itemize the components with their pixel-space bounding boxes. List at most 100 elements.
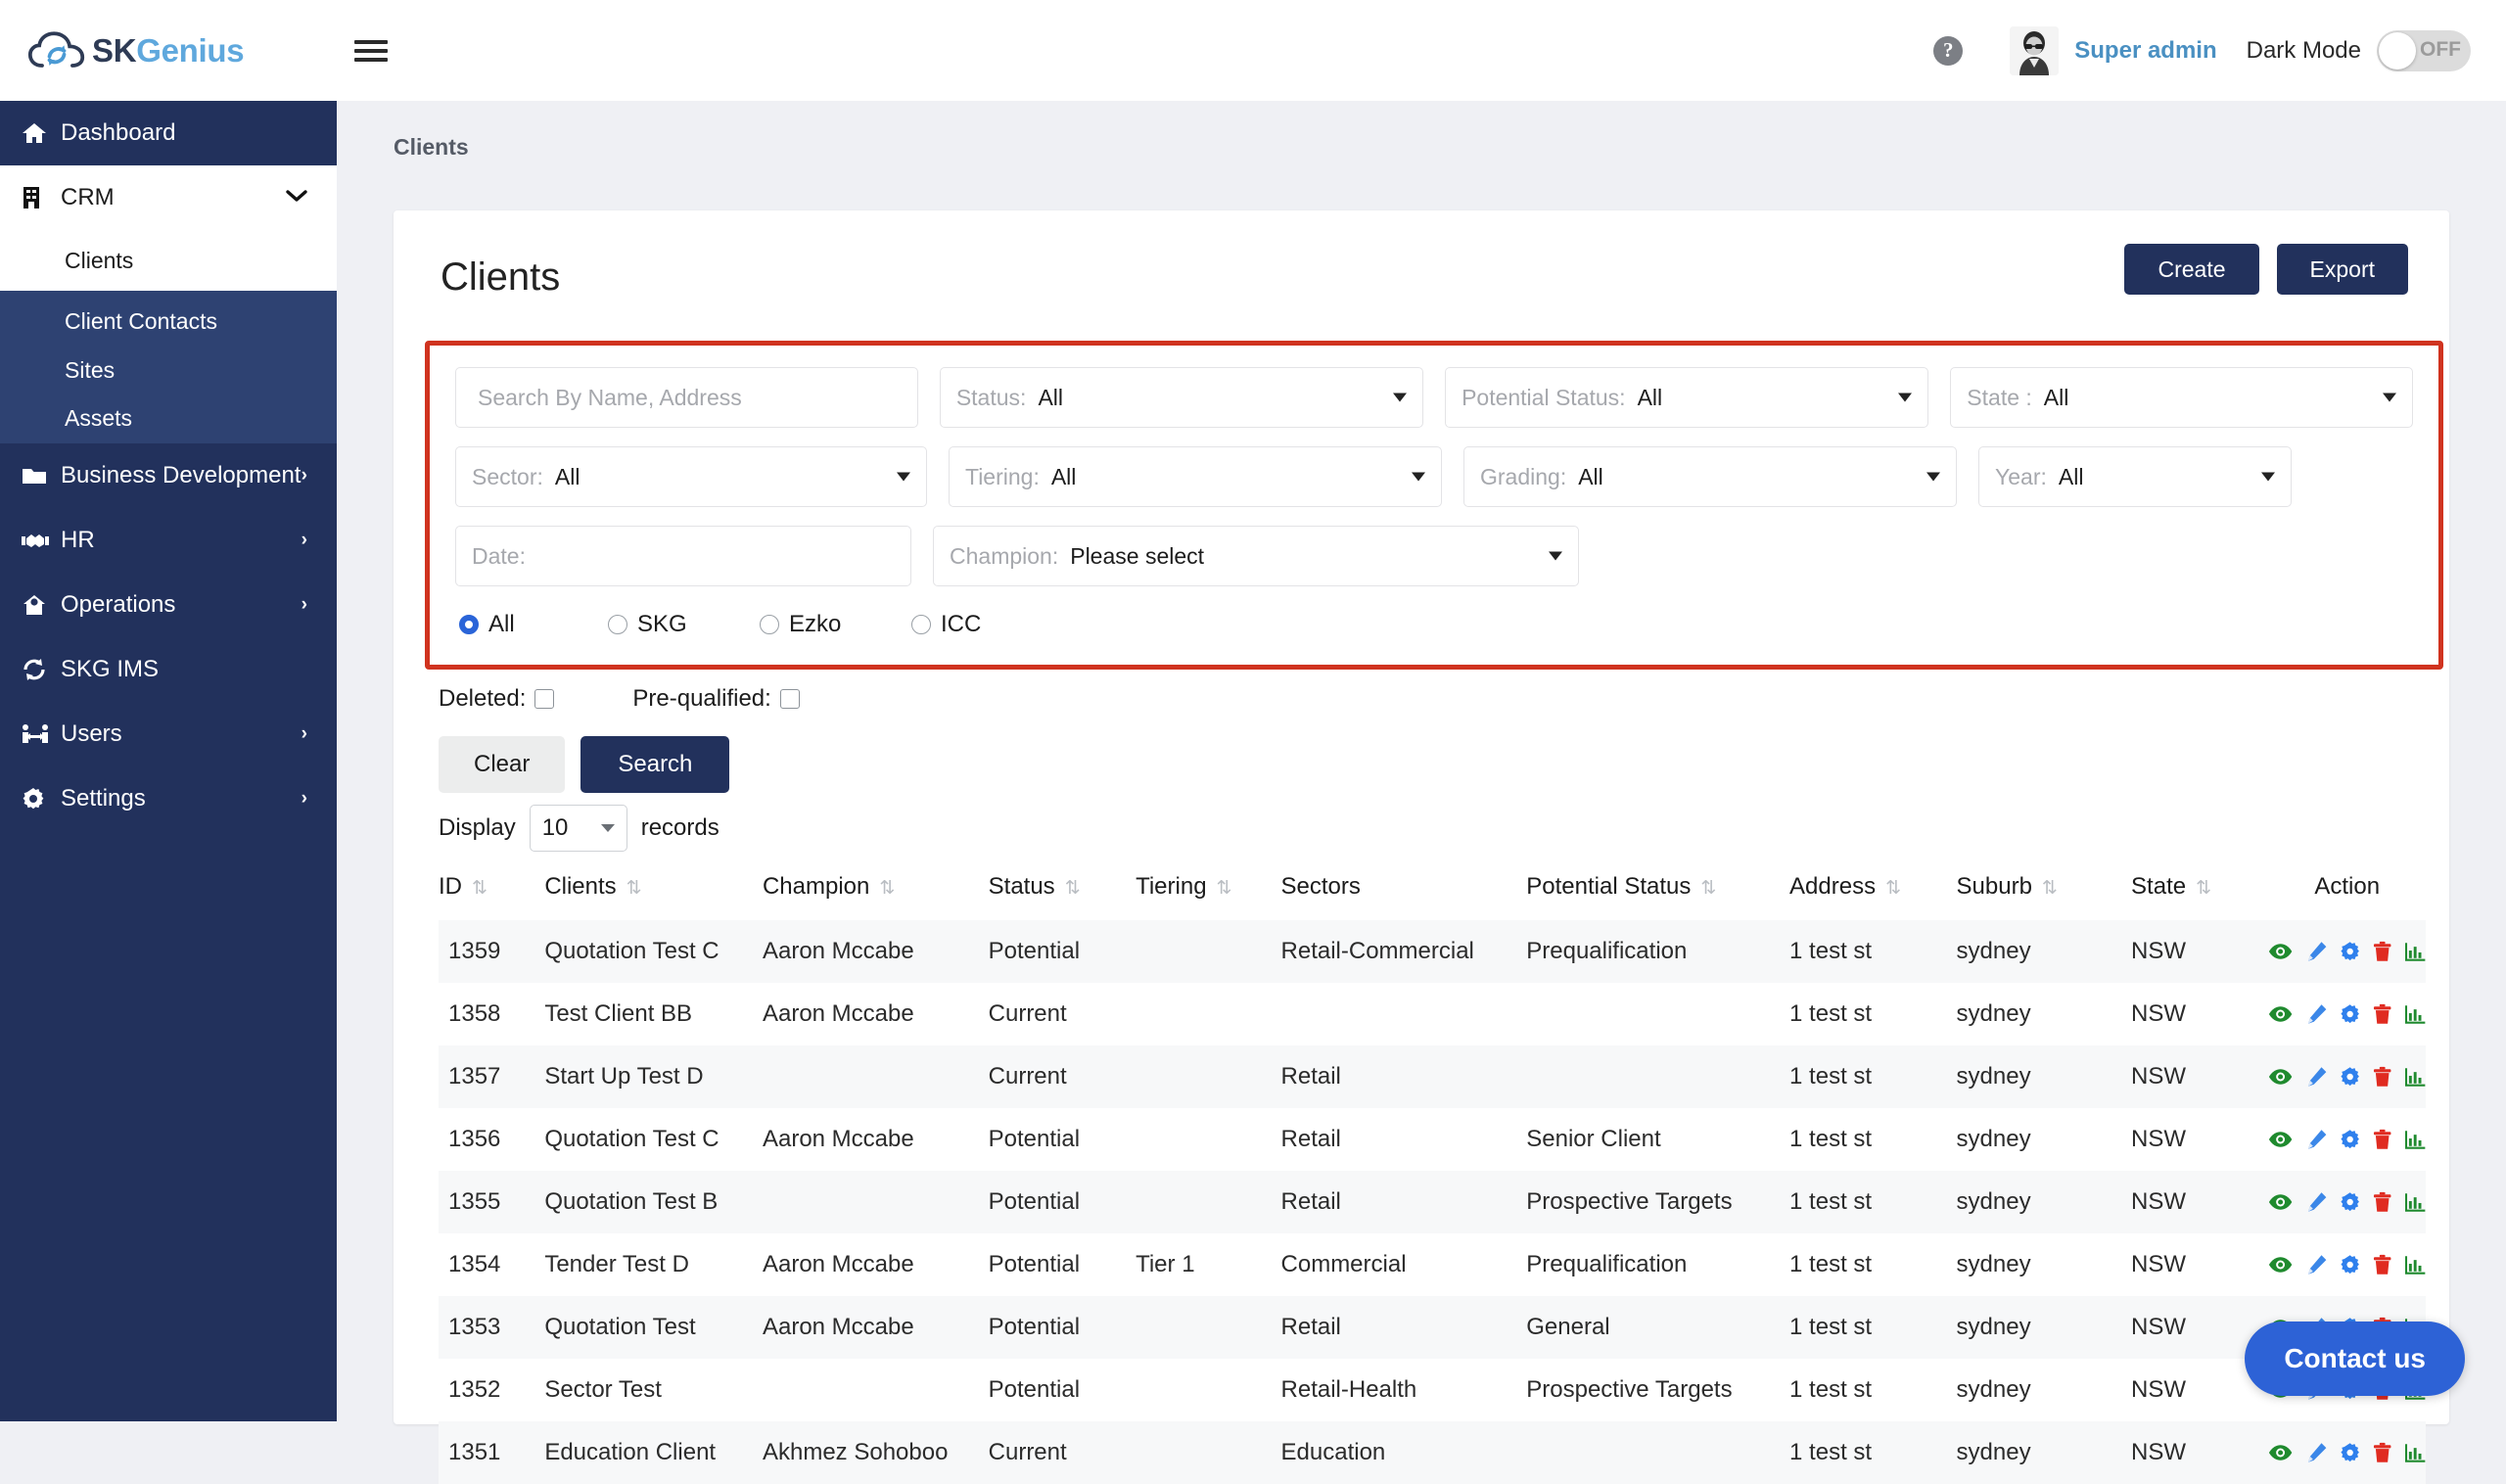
pencil-icon[interactable] bbox=[2306, 1129, 2327, 1150]
table-row[interactable]: 1353Quotation TestAaron MccabePotentialR… bbox=[439, 1296, 2426, 1359]
dark-mode-toggle[interactable]: OFF bbox=[2377, 30, 2471, 71]
sort-icon[interactable]: ⇅ bbox=[1885, 877, 1898, 900]
trash-icon[interactable] bbox=[2373, 1129, 2391, 1150]
contact-us-button[interactable]: Contact us bbox=[2245, 1322, 2465, 1396]
table-row[interactable]: 1356Quotation Test CAaron MccabePotentia… bbox=[439, 1108, 2426, 1171]
chart-icon[interactable] bbox=[2405, 1443, 2426, 1462]
gear-icon[interactable] bbox=[2340, 1003, 2360, 1025]
trash-icon[interactable] bbox=[2373, 1066, 2391, 1088]
table-row[interactable]: 1351Education ClientAkhmez SohobooCurren… bbox=[439, 1421, 2426, 1484]
table-row[interactable]: 1354Tender Test DAaron MccabePotentialTi… bbox=[439, 1233, 2426, 1296]
sort-icon[interactable]: ⇅ bbox=[1700, 877, 1713, 900]
gear-icon[interactable] bbox=[2340, 1442, 2360, 1463]
eye-icon[interactable] bbox=[2268, 1005, 2293, 1023]
radio-skg[interactable]: SKG bbox=[608, 611, 760, 638]
sector-select[interactable]: Sector: All bbox=[455, 446, 927, 507]
avatar[interactable] bbox=[2010, 26, 2059, 75]
pencil-icon[interactable] bbox=[2306, 1254, 2327, 1275]
pencil-icon[interactable] bbox=[2306, 1066, 2327, 1088]
eye-icon[interactable] bbox=[2268, 1256, 2293, 1274]
trash-icon[interactable] bbox=[2373, 941, 2391, 962]
sidebar-item-clients[interactable]: Clients bbox=[0, 230, 337, 291]
col-tiering[interactable]: Tiering⇅ bbox=[1136, 863, 1280, 920]
eye-icon[interactable] bbox=[2268, 1444, 2293, 1461]
sidebar-item-business-development[interactable]: Business Development › bbox=[0, 443, 337, 508]
col-address[interactable]: Address⇅ bbox=[1789, 863, 1957, 920]
trash-icon[interactable] bbox=[2373, 1003, 2391, 1025]
sidebar-item-dashboard[interactable]: Dashboard bbox=[0, 101, 337, 165]
trash-icon[interactable] bbox=[2373, 1442, 2391, 1463]
user-name-link[interactable]: Super admin bbox=[2074, 37, 2216, 65]
eye-icon[interactable] bbox=[2268, 1193, 2293, 1211]
potential-status-select[interactable]: Potential Status: All bbox=[1445, 367, 1928, 428]
champion-select[interactable]: Champion: Please select bbox=[933, 526, 1579, 586]
eye-icon[interactable] bbox=[2268, 1131, 2293, 1148]
date-input[interactable]: Date: bbox=[455, 526, 911, 586]
gear-icon[interactable] bbox=[2340, 1066, 2360, 1088]
col-potential-status[interactable]: Potential Status⇅ bbox=[1526, 863, 1789, 920]
chart-icon[interactable] bbox=[2405, 1130, 2426, 1149]
chart-icon[interactable] bbox=[2405, 1255, 2426, 1275]
col-suburb[interactable]: Suburb⇅ bbox=[1957, 863, 2132, 920]
gear-icon[interactable] bbox=[2340, 1191, 2360, 1213]
radio-all[interactable]: All bbox=[459, 611, 608, 638]
brand-logo[interactable]: SKGenius bbox=[0, 28, 337, 73]
sidebar-item-assets[interactable]: Assets bbox=[0, 393, 337, 443]
sort-icon[interactable]: ⇅ bbox=[472, 877, 485, 900]
pencil-icon[interactable] bbox=[2306, 1003, 2327, 1025]
sidebar-item-hr[interactable]: HR › bbox=[0, 508, 337, 573]
table-row[interactable]: 1352Sector TestPotentialRetail-HealthPro… bbox=[439, 1359, 2426, 1421]
sort-icon[interactable]: ⇅ bbox=[2196, 877, 2208, 900]
pencil-icon[interactable] bbox=[2306, 1191, 2327, 1213]
radio-ezko[interactable]: Ezko bbox=[760, 611, 911, 638]
chart-icon[interactable] bbox=[2405, 1067, 2426, 1087]
year-select[interactable]: Year: All bbox=[1978, 446, 2292, 507]
chart-icon[interactable] bbox=[2405, 1192, 2426, 1212]
col-clients[interactable]: Clients⇅ bbox=[544, 863, 763, 920]
pencil-icon[interactable] bbox=[2306, 1442, 2327, 1463]
table-row[interactable]: 1355Quotation Test BPotentialRetailProsp… bbox=[439, 1171, 2426, 1233]
sidebar-item-client-contacts[interactable]: Client Contacts bbox=[0, 291, 337, 348]
sort-icon[interactable]: ⇅ bbox=[626, 877, 639, 900]
eye-icon[interactable] bbox=[2268, 943, 2293, 960]
sidebar-item-operations[interactable]: Operations › bbox=[0, 573, 337, 637]
records-per-page-select[interactable]: 10 bbox=[530, 805, 627, 852]
deleted-checkbox[interactable] bbox=[534, 689, 554, 709]
trash-icon[interactable] bbox=[2373, 1191, 2391, 1213]
grading-select[interactable]: Grading: All bbox=[1463, 446, 1957, 507]
deleted-checkbox-wrap[interactable]: Deleted: bbox=[439, 685, 554, 713]
eye-icon[interactable] bbox=[2268, 1068, 2293, 1086]
radio-icc[interactable]: ICC bbox=[911, 611, 981, 638]
sort-icon[interactable]: ⇅ bbox=[879, 877, 892, 900]
help-circle-icon[interactable]: ? bbox=[1933, 36, 1963, 66]
hamburger-icon[interactable] bbox=[354, 35, 388, 67]
status-select[interactable]: Status: All bbox=[940, 367, 1423, 428]
table-row[interactable]: 1359Quotation Test CAaron MccabePotentia… bbox=[439, 920, 2426, 983]
chart-icon[interactable] bbox=[2405, 1004, 2426, 1024]
col-state[interactable]: State⇅ bbox=[2131, 863, 2268, 920]
gear-icon[interactable] bbox=[2340, 941, 2360, 962]
prequalified-checkbox[interactable] bbox=[780, 689, 800, 709]
trash-icon[interactable] bbox=[2373, 1254, 2391, 1275]
sort-icon[interactable]: ⇅ bbox=[2042, 877, 2055, 900]
sidebar-item-settings[interactable]: Settings › bbox=[0, 766, 337, 831]
col-id[interactable]: ID⇅ bbox=[439, 863, 544, 920]
state-select[interactable]: State : All bbox=[1950, 367, 2413, 428]
sort-icon[interactable]: ⇅ bbox=[1217, 877, 1230, 900]
pencil-icon[interactable] bbox=[2306, 941, 2327, 962]
col-champion[interactable]: Champion⇅ bbox=[763, 863, 989, 920]
chart-icon[interactable] bbox=[2405, 942, 2426, 961]
table-row[interactable]: 1357Start Up Test DCurrentRetail1 test s… bbox=[439, 1045, 2426, 1108]
col-sectors[interactable]: Sectors bbox=[1281, 863, 1527, 920]
gear-icon[interactable] bbox=[2340, 1129, 2360, 1150]
gear-icon[interactable] bbox=[2340, 1254, 2360, 1275]
search-input[interactable]: Search By Name, Address bbox=[455, 367, 918, 428]
export-button[interactable]: Export bbox=[2277, 244, 2408, 295]
col-status[interactable]: Status⇅ bbox=[989, 863, 1136, 920]
clear-button[interactable]: Clear bbox=[439, 736, 565, 793]
sidebar-item-skg-ims[interactable]: SKG IMS bbox=[0, 637, 337, 702]
create-button[interactable]: Create bbox=[2124, 244, 2258, 295]
tiering-select[interactable]: Tiering: All bbox=[949, 446, 1442, 507]
sort-icon[interactable]: ⇅ bbox=[1065, 877, 1078, 900]
sidebar-item-users[interactable]: Users › bbox=[0, 702, 337, 766]
